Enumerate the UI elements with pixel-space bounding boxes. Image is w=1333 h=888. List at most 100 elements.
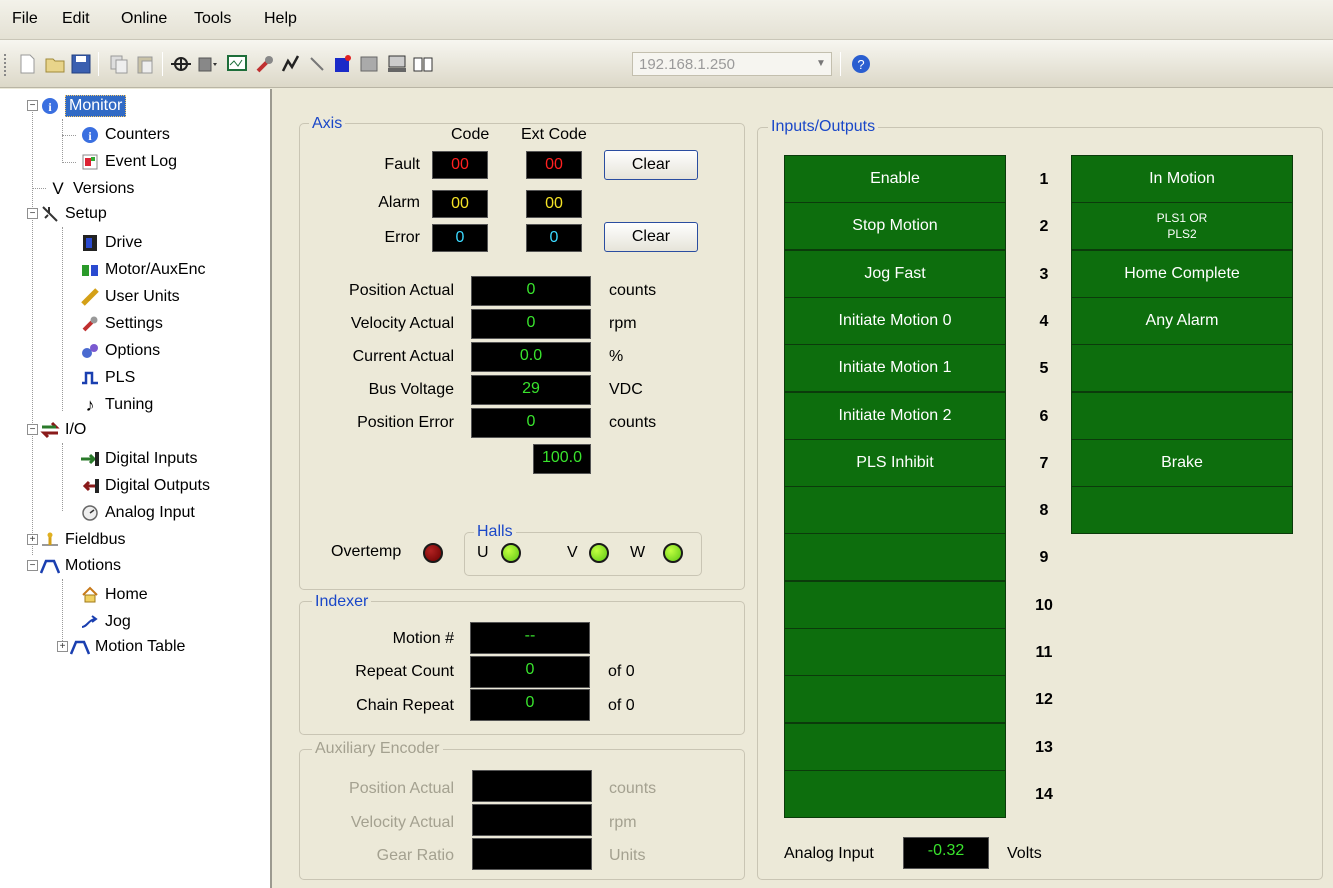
io-number-13: 13 — [1035, 739, 1053, 756]
input-12-button[interactable] — [784, 675, 1006, 723]
input-8-button[interactable] — [784, 486, 1006, 534]
tree-item-jog[interactable]: Jog — [80, 609, 131, 635]
output-8-button[interactable] — [1071, 486, 1293, 534]
input-3-button[interactable]: Jog Fast — [784, 250, 1006, 298]
copy-icon[interactable] — [108, 53, 130, 75]
input-11-button[interactable] — [784, 628, 1006, 676]
manual-icon[interactable] — [412, 53, 434, 75]
versions-icon: V — [52, 179, 64, 198]
output-7-button[interactable]: Brake — [1071, 439, 1293, 487]
input-4-button[interactable]: Initiate Motion 0 — [784, 297, 1006, 345]
pulse-icon — [80, 368, 100, 388]
tree-item-label: Monitor — [65, 95, 127, 117]
tree-item-fieldbus[interactable]: Fieldbus — [40, 527, 125, 553]
tree-item-event-log[interactable]: Event Log — [80, 149, 177, 175]
wrench-icon[interactable] — [254, 53, 276, 75]
tree-item-home[interactable]: Home — [80, 582, 148, 608]
tree-item-label: Fieldbus — [65, 531, 126, 548]
scope-icon[interactable] — [226, 53, 248, 75]
tree-item-motions[interactable]: Motions — [40, 553, 121, 579]
tree-item-user-units[interactable]: User Units — [80, 284, 180, 310]
collapse-toggle[interactable]: − — [27, 560, 38, 571]
tree-item-tuning[interactable]: ♪ Tuning — [80, 392, 154, 418]
drive-dropdown-icon[interactable] — [196, 53, 218, 75]
tree-connector — [62, 119, 63, 163]
input-9-button[interactable] — [784, 533, 1006, 581]
new-file-icon[interactable] — [16, 53, 38, 75]
output-5-button[interactable] — [1071, 344, 1293, 392]
tree-connector — [32, 105, 33, 555]
expand-toggle[interactable]: + — [57, 641, 68, 652]
open-folder-icon[interactable] — [44, 53, 66, 75]
tree-item-digital-outputs[interactable]: Digital Outputs — [80, 473, 210, 499]
tree-item-analog-input[interactable]: Analog Input — [80, 500, 195, 526]
tree-item-pls[interactable]: PLS — [80, 365, 135, 391]
connect-icon[interactable] — [170, 53, 192, 75]
trace-icon[interactable] — [280, 53, 302, 75]
clear-fault-button[interactable]: Clear — [604, 150, 698, 180]
collapse-toggle[interactable]: − — [27, 208, 38, 219]
input-14-button[interactable] — [784, 770, 1006, 818]
tree-item-digital-inputs[interactable]: Digital Inputs — [80, 446, 198, 472]
toolbar-grip[interactable] — [4, 54, 8, 76]
stop-drive-icon[interactable] — [332, 53, 354, 75]
output-4-button[interactable]: Any Alarm — [1071, 297, 1293, 345]
tree-item-label: Versions — [73, 180, 135, 197]
tree-item-label: I/O — [65, 421, 87, 438]
tree-item-counters[interactable]: i Counters — [80, 122, 170, 148]
window-icon[interactable] — [358, 53, 380, 75]
alarm-label: Alarm — [378, 194, 420, 211]
menu-help[interactable]: Help — [264, 10, 297, 28]
gear-ratio-display — [472, 838, 592, 870]
tree-item-settings[interactable]: Settings — [80, 311, 163, 337]
help-icon[interactable]: ? — [850, 53, 872, 75]
tree-item-versions[interactable]: V Versions — [48, 176, 134, 202]
velocity-actual-display: 0 — [471, 309, 591, 339]
tree-item-setup[interactable]: Setup — [40, 201, 107, 227]
collapse-toggle[interactable]: − — [27, 424, 38, 435]
output-6-button[interactable] — [1071, 392, 1293, 440]
event-log-icon — [80, 152, 100, 172]
menu-online[interactable]: Online — [121, 10, 167, 28]
tree-item-io[interactable]: I/O — [40, 417, 86, 443]
input-6-button[interactable]: Initiate Motion 2 — [784, 392, 1006, 440]
collapse-toggle[interactable]: − — [27, 100, 38, 111]
io-number-10: 10 — [1035, 597, 1053, 614]
terminal-icon[interactable] — [386, 53, 408, 75]
output-2-button[interactable]: PLS1 OR PLS2 — [1071, 202, 1293, 250]
tree-item-motor-auxenc[interactable]: Motor/AuxEnc — [80, 257, 205, 283]
overtemp-indicator — [423, 543, 443, 563]
tree-item-options[interactable]: Options — [80, 338, 160, 364]
clear-error-button[interactable]: Clear — [604, 222, 698, 252]
input-1-button[interactable]: Enable — [784, 155, 1006, 203]
tree-item-label: User Units — [105, 288, 180, 305]
jog-arrow-icon — [80, 612, 100, 632]
svg-text:?: ? — [857, 57, 864, 72]
paste-icon[interactable] — [134, 53, 156, 75]
input-5-button[interactable]: Initiate Motion 1 — [784, 344, 1006, 392]
expand-toggle[interactable]: + — [27, 534, 38, 545]
input-2-button[interactable]: Stop Motion — [784, 202, 1006, 250]
input-13-button[interactable] — [784, 723, 1006, 771]
io-number-8: 8 — [1039, 502, 1049, 519]
output-3-button[interactable]: Home Complete — [1071, 250, 1293, 298]
tree-item-drive[interactable]: Drive — [80, 230, 142, 256]
ip-address-combo[interactable]: 192.168.1.250 ▼ — [632, 52, 832, 76]
current-actual-display: 0.0 — [471, 342, 591, 372]
menu-tools[interactable]: Tools — [194, 10, 231, 28]
probe-icon[interactable] — [306, 53, 328, 75]
menu-edit[interactable]: Edit — [62, 10, 90, 28]
setup-icon — [40, 204, 60, 224]
input-7-button[interactable]: PLS Inhibit — [784, 439, 1006, 487]
save-icon[interactable] — [70, 53, 92, 75]
menu-file[interactable]: File — [12, 10, 38, 28]
chevron-down-icon[interactable]: ▼ — [813, 55, 829, 73]
velocity-actual-unit: rpm — [609, 315, 637, 332]
input-10-button[interactable] — [784, 581, 1006, 629]
overtemp-label: Overtemp — [331, 543, 402, 560]
auxiliary-encoder-title: Auxiliary Encoder — [312, 740, 443, 758]
wrench-icon — [80, 314, 100, 334]
tree-item-monitor[interactable]: i Monitor — [40, 93, 127, 119]
tree-item-motion-table[interactable]: Motion Table — [70, 634, 185, 660]
output-1-button[interactable]: In Motion — [1071, 155, 1293, 203]
